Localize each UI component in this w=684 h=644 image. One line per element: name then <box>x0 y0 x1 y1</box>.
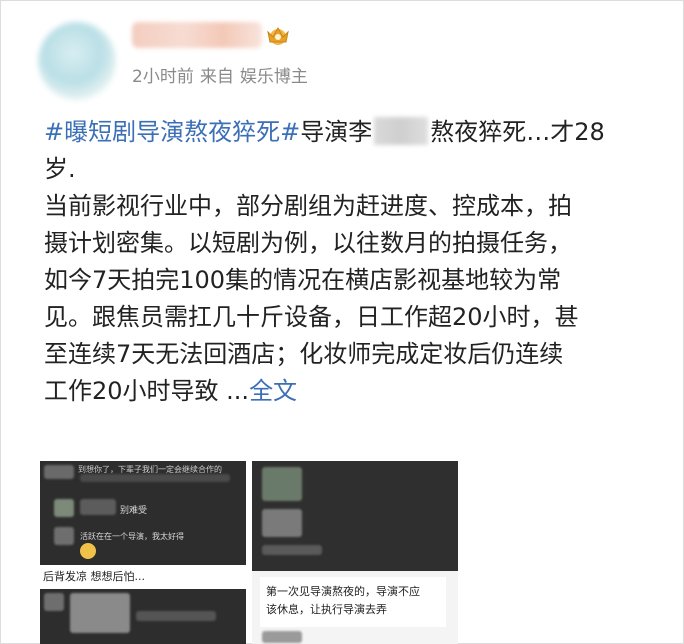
post-meta: 2小时前 来自 娱乐博主 <box>132 62 308 87</box>
chat-blur <box>262 545 322 555</box>
note-card: 第一次见导演熬夜的，导演不应 该休息，让执行导演去弄 <box>260 577 446 627</box>
chat-blur <box>136 611 216 621</box>
post-text: #曝短剧导演熬夜猝死#导演李 熬夜猝死…才28 岁. 当前影视行业中，部分剧组为赶… <box>44 114 674 410</box>
crown-badge-icon <box>267 26 289 45</box>
post-line: 工作20小时导致 ...全文 <box>44 373 674 410</box>
post-text-fragment: 导演李 <box>300 118 373 146</box>
name-redacted <box>374 117 429 145</box>
post-text-fragment: 工作20小时导致 ... <box>44 377 250 405</box>
hashtag-link[interactable]: #曝短剧导演熬夜猝死# <box>44 118 300 146</box>
post-line: 至连续7天无法回酒店；化妆师完成定妆后仍连续 <box>44 340 564 368</box>
post-line: 见。跟焦员需扛几十斤设备，日工作超20小时，甚 <box>44 303 579 331</box>
post-image-1[interactable]: 到想你了，下辈子我们一定会继续合作的 别难受 活跃在在一个导演，我太好得 后背发… <box>40 461 246 644</box>
post-line: 如今7天拍完100集的情况在横店影视基地较为常 <box>44 266 562 294</box>
post-line: 岁. <box>44 155 76 183</box>
post-line: 摄计划密集。以短剧为例，以往数月的拍摄任务， <box>44 229 572 257</box>
chat-blur <box>80 499 116 515</box>
chat-blur <box>80 474 230 482</box>
avatar-blur <box>44 593 64 611</box>
emoji-icon <box>80 543 96 559</box>
username-redacted[interactable] <box>132 22 262 48</box>
avatar-blur <box>54 527 74 545</box>
image-blur <box>70 593 130 633</box>
image-blur <box>262 509 302 537</box>
post-line: #曝短剧导演熬夜猝死#导演李 熬夜猝死…才28 <box>44 114 674 151</box>
avatar-blur <box>44 465 74 479</box>
note-line: 第一次见导演熬夜的，导演不应 <box>266 585 420 598</box>
avatar-blur <box>54 499 74 517</box>
avatar[interactable] <box>38 22 116 100</box>
post-time: 2小时前 <box>132 67 194 87</box>
source-prefix: 来自 <box>199 67 234 87</box>
note-line: 该休息，让执行导演去弄 <box>266 603 387 616</box>
chat-message: 活跃在在一个导演，我太好得 <box>80 532 184 541</box>
full-text-link[interactable]: 全文 <box>249 377 297 405</box>
chat-blur <box>262 631 302 643</box>
post-source[interactable]: 娱乐博主 <box>240 62 308 87</box>
post-line: 当前影视行业中，部分剧组为赶进度、控成本，拍 <box>44 192 572 220</box>
chat-message: 别难受 <box>120 506 148 516</box>
post-image-2[interactable]: 第一次见导演熬夜的，导演不应 该休息，让执行导演去弄 <box>252 461 458 644</box>
image-blur <box>262 467 302 501</box>
post-text-fragment: 熬夜猝死…才28 <box>430 118 605 146</box>
image-caption: 后背发凉 想想后怕... <box>40 565 246 589</box>
